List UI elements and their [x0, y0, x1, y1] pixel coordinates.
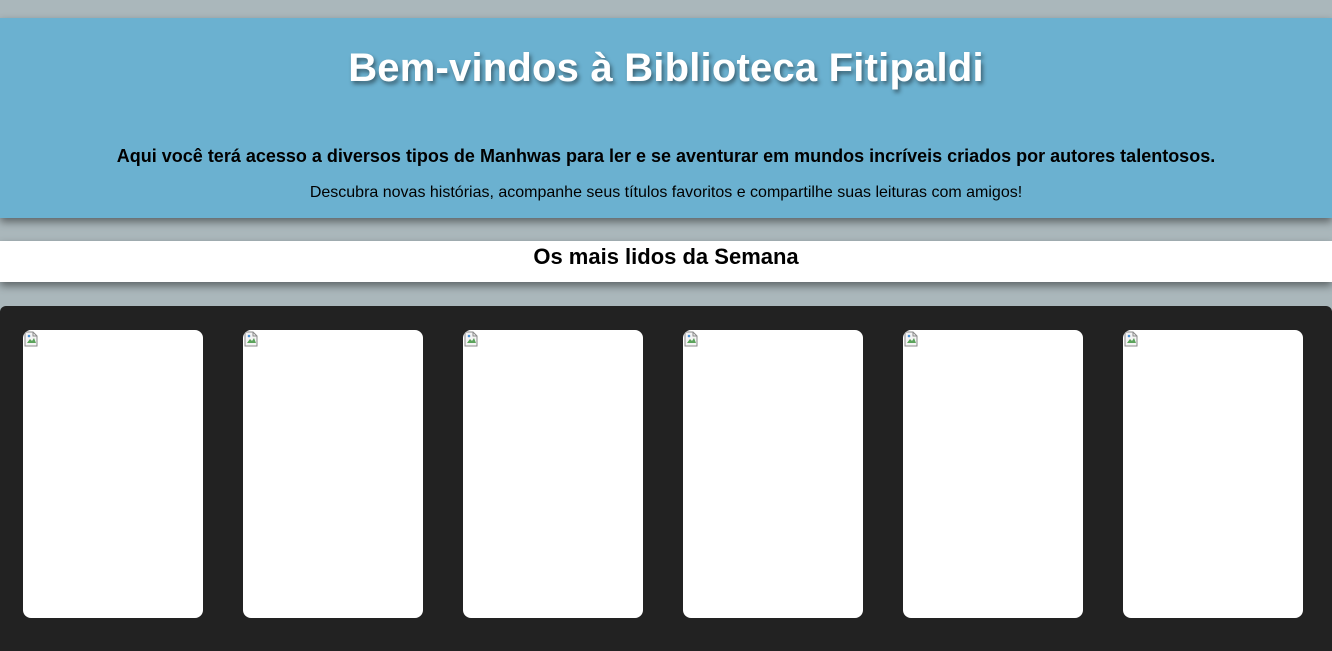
- broken-image-icon: [904, 331, 918, 347]
- site-header: Bem-vindos à Biblioteca Fitipaldi Aqui v…: [0, 18, 1332, 218]
- broken-image-icon: [684, 331, 698, 347]
- broken-image-icon: [24, 331, 38, 347]
- manhwa-gallery: [0, 306, 1332, 651]
- page-title: Bem-vindos à Biblioteca Fitipaldi: [348, 46, 984, 90]
- weekly-top-heading: Os mais lidos da Semana: [533, 244, 799, 269]
- broken-image-icon: [464, 331, 478, 347]
- manhwa-card[interactable]: [903, 330, 1083, 618]
- broken-image-icon: [244, 331, 258, 347]
- broken-image-icon: [1124, 331, 1138, 347]
- manhwa-card[interactable]: [1123, 330, 1303, 618]
- manhwa-card[interactable]: [463, 330, 643, 618]
- manhwa-card[interactable]: [243, 330, 423, 618]
- manhwa-card[interactable]: [683, 330, 863, 618]
- header-sub-text: Descubra novas histórias, acompanhe seus…: [309, 184, 1023, 201]
- weekly-top-section: Os mais lidos da Semana: [0, 241, 1332, 282]
- manhwa-card[interactable]: [23, 330, 203, 618]
- header-lead-text: Aqui você terá acesso a diversos tipos d…: [116, 146, 1216, 166]
